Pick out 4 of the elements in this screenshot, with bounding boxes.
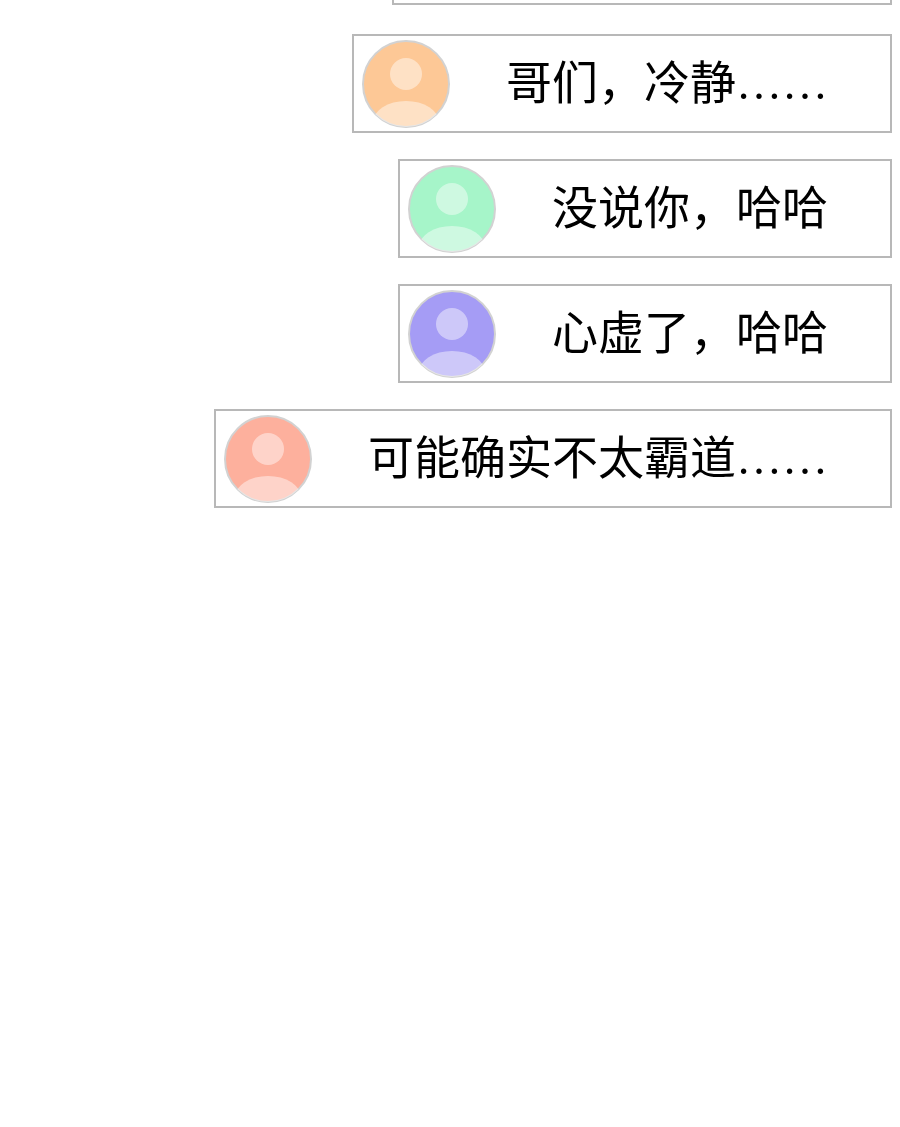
message-text: 没说你，哈哈 — [552, 185, 828, 232]
message-text: 心虚了，哈哈 — [552, 310, 828, 357]
message-text: 哥们，冷静…… — [506, 60, 828, 107]
message-text: 可能确实不太霸道…… — [368, 435, 828, 482]
